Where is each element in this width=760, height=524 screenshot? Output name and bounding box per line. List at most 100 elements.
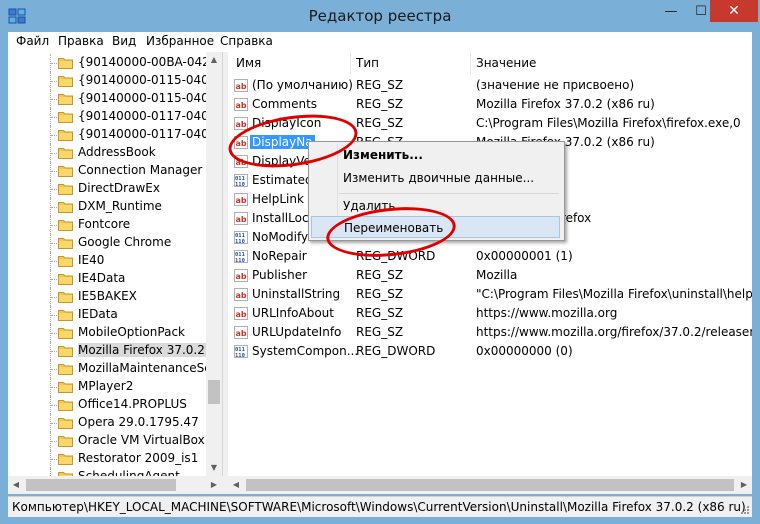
tree-item[interactable]: IEData [8, 306, 206, 324]
reg-string-icon: ab [234, 307, 248, 320]
svg-text:ab: ab [236, 158, 247, 167]
tree-item[interactable]: Google Chrome [8, 234, 206, 252]
folder-icon [58, 112, 73, 123]
tree-item[interactable]: DirectDrawEx [8, 180, 206, 198]
tree-item-label: {90140000-00BA-0422-0( [78, 55, 223, 69]
tree-item-label: IE40 [78, 253, 105, 267]
menu-item-label: Удалить [343, 199, 396, 213]
tree-line [51, 297, 57, 299]
tree-vertical-scrollbar[interactable]: ▲ ▼ [206, 52, 222, 476]
tree-item[interactable]: {90140000-0117-0409-00 [8, 108, 222, 126]
value-name: URLInfoAbout [252, 306, 334, 320]
tree-line [51, 423, 57, 425]
tree-item[interactable]: {90140000-0117-0409-00 [8, 126, 222, 144]
tree-item[interactable]: {90140000-0115-0409-00 [8, 90, 222, 108]
tree-line [51, 315, 57, 317]
tree-line [51, 279, 57, 281]
list-horizontal-scrollbar[interactable]: ◀ ▶ [228, 476, 752, 494]
value-name: DisplayNa [250, 135, 315, 149]
menu-help[interactable]: Справка [220, 34, 273, 48]
folder-icon [58, 400, 73, 411]
menu-favorites[interactable]: Избранное [146, 34, 214, 48]
tree-item[interactable]: DXM_Runtime [8, 198, 206, 216]
menu-item-modify[interactable]: Изменить... [311, 144, 560, 166]
tree-item[interactable]: Restorator 2009_is1 [8, 450, 206, 468]
close-button[interactable]: ✕ [710, 0, 758, 22]
folder-icon [58, 436, 73, 447]
title-bar[interactable]: Редактор реестра — ☐ ✕ [0, 0, 760, 32]
value-data: Mozilla [476, 268, 518, 282]
tree-line [51, 351, 57, 353]
tree-scroll-thumb[interactable] [208, 380, 220, 404]
value-data: https://www.mozilla.org/firefox/37.0.2/r… [476, 325, 752, 339]
table-row[interactable]: 011 110 SystemCompon... REG_DWORD 0x00000000… [228, 342, 752, 361]
svg-text:ab: ab [236, 291, 247, 300]
tree-item[interactable]: IE40 [8, 252, 206, 270]
close-icon: ✕ [728, 3, 740, 19]
table-row[interactable]: ab Publisher REG_SZ Mozilla [228, 266, 752, 285]
list-hscroll-thumb[interactable] [246, 479, 734, 491]
table-row[interactable]: ab DisplayIcon REG_SZ C:\Program Files\Mozi… [228, 114, 752, 133]
values-list[interactable]: Имя Тип Значение ab (По умолчанию) REG_SZ(… [228, 52, 752, 476]
menu-view[interactable]: Вид [112, 34, 136, 48]
svg-text:ab: ab [236, 101, 247, 110]
table-row[interactable]: ab (По умолчанию) REG_SZ (значение не присв… [228, 76, 752, 95]
reg-binary-icon: 011110 [234, 174, 248, 187]
tree-item[interactable]: IE4Data [8, 270, 206, 288]
folder-icon [58, 382, 73, 393]
scroll-down-arrow-icon[interactable]: ▼ [206, 460, 222, 476]
column-header-name[interactable]: Имя [236, 52, 261, 74]
tree-item[interactable]: Mozilla Firefox 37.0.2 (x8 [8, 342, 222, 360]
resize-grip-icon[interactable] [740, 505, 750, 515]
table-row[interactable]: ab URLUpdateInfo REG_SZ https://www.mozilla… [228, 323, 752, 342]
tree-item[interactable]: Connection Manager [8, 162, 206, 180]
key-tree[interactable]: {90140000-00BA-0422-0( {90140000-0115-040… [8, 52, 223, 476]
table-row[interactable]: ab Comments REG_SZ Mozilla Firefox 37.0.2 (… [228, 95, 752, 114]
table-row[interactable]: ab URLInfoAbout REG_SZ https://www.mozilla.… [228, 304, 752, 323]
tree-line [51, 387, 57, 389]
scroll-right-arrow-icon[interactable]: ▶ [206, 476, 222, 494]
reg-string-icon: ab [234, 288, 248, 301]
column-divider[interactable] [470, 52, 471, 74]
tree-item-label: DirectDrawEx [78, 181, 160, 195]
tree-item[interactable]: MobileOptionPack [8, 324, 206, 342]
tree-item[interactable]: Oracle VM VirtualBox Gu [8, 432, 222, 450]
tree-item[interactable]: MPlayer2 [8, 378, 206, 396]
tree-item[interactable]: SchedulingAgent [8, 468, 206, 476]
scroll-left-arrow-icon[interactable]: ◀ [8, 476, 24, 494]
reg-string-icon: ab [234, 269, 248, 282]
tree-item[interactable]: Office14.PROPLUS [8, 396, 206, 414]
svg-text:ab: ab [236, 310, 247, 319]
folder-icon [58, 256, 73, 267]
menu-item-delete[interactable]: Удалить [311, 195, 560, 217]
tree-item[interactable]: AddressBook [8, 144, 206, 162]
table-row[interactable]: ab UninstallString REG_SZ "C:\Program Files… [228, 285, 752, 304]
tree-item[interactable]: IE5BAKEX [8, 288, 206, 306]
tree-horizontal-scrollbar[interactable]: ◀ ▶ [8, 476, 222, 494]
svg-text:ab: ab [236, 82, 247, 91]
tree-item[interactable]: Opera 29.0.1795.47 [8, 414, 206, 432]
column-divider[interactable] [350, 52, 351, 74]
menu-file[interactable]: Файл [16, 34, 49, 48]
svg-text:ab: ab [236, 215, 247, 224]
menu-item-rename[interactable]: Переименовать [311, 216, 560, 238]
scroll-right-arrow-icon[interactable]: ▶ [736, 476, 752, 494]
menu-item-modify-binary[interactable]: Изменить двоичные данные... [311, 167, 560, 189]
value-type: REG_SZ [356, 268, 404, 282]
minimize-button[interactable]: — [656, 0, 686, 22]
reg-string-icon: ab [234, 212, 248, 225]
value-type: REG_SZ [356, 97, 404, 111]
tree-item[interactable]: {90140000-00BA-0422-0( [8, 54, 222, 72]
tree-hscroll-thumb[interactable] [26, 479, 176, 491]
tree-item[interactable]: MozillaMaintenanceServ [8, 360, 222, 378]
tree-item[interactable]: {90140000-0115-0409-00 [8, 72, 222, 90]
column-header-type[interactable]: Тип [356, 52, 379, 74]
table-row[interactable]: 011 110 NoRepair REG_DWORD 0x00000001 (1) [228, 247, 752, 266]
scroll-left-arrow-icon[interactable]: ◀ [228, 476, 244, 494]
registry-editor-window: Редактор реестра — ☐ ✕ Файл Правка Вид И… [0, 0, 760, 524]
menu-edit[interactable]: Правка [58, 34, 104, 48]
scroll-up-arrow-icon[interactable]: ▲ [206, 52, 222, 68]
column-header-value[interactable]: Значение [476, 52, 536, 74]
tree-item[interactable]: Fontcore [8, 216, 206, 234]
value-data: C:\Program Files\Mozilla Firefox\firefox… [476, 116, 741, 130]
